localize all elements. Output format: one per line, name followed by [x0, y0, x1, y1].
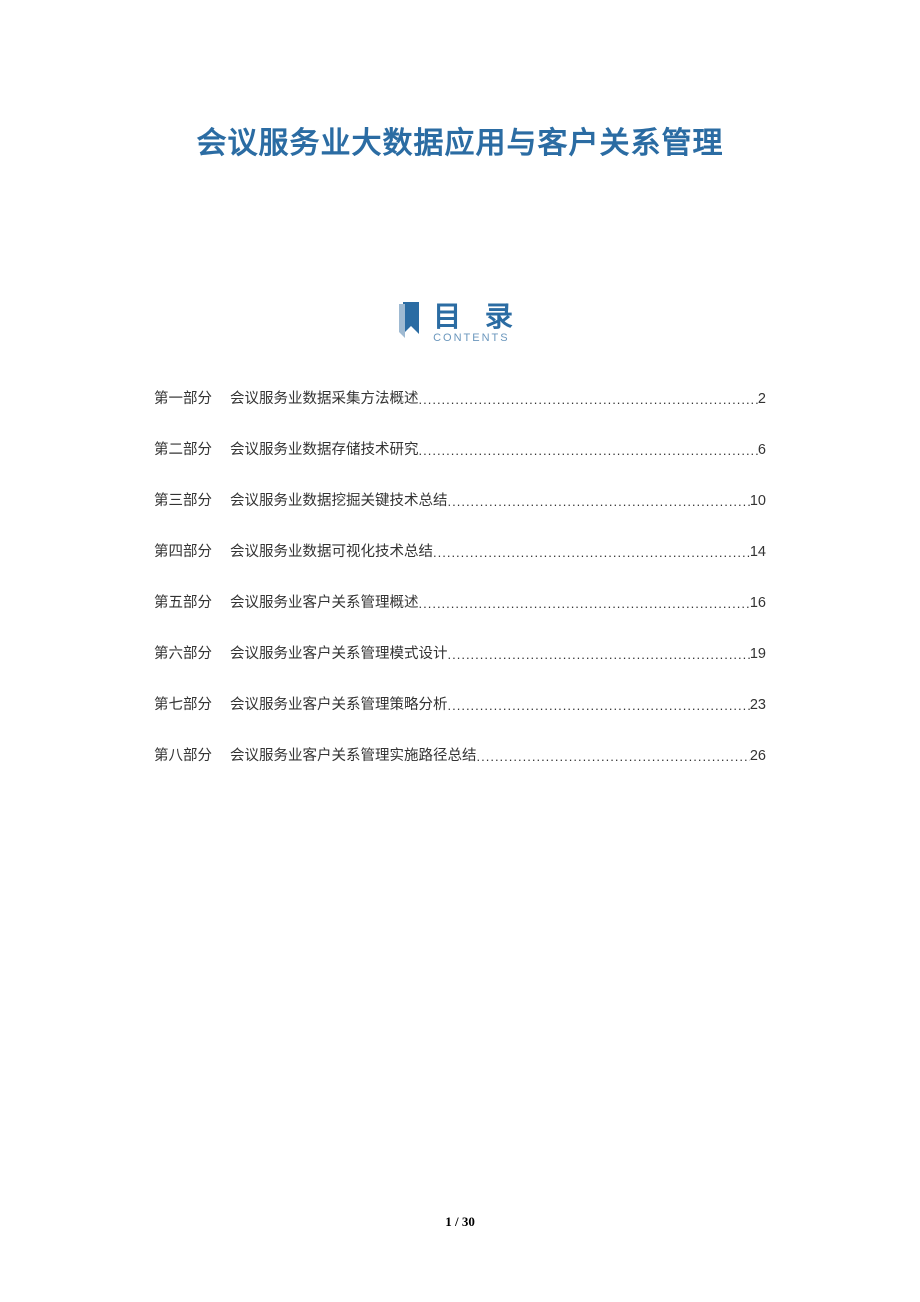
toc-part: 第四部分 — [154, 540, 212, 561]
toc-page: 2 — [758, 391, 766, 407]
toc-topic: 会议服务业客户关系管理概述 — [230, 591, 419, 612]
toc-part: 第七部分 — [154, 693, 212, 714]
toc-dots — [477, 749, 750, 764]
toc-topic: 会议服务业数据挖掘关键技术总结 — [230, 489, 448, 510]
toc-row: 第二部分 会议服务业数据存储技术研究 6 — [154, 438, 766, 459]
bookmark-icon — [399, 302, 423, 345]
toc-part: 第五部分 — [154, 591, 212, 612]
toc-dots — [448, 698, 750, 713]
toc-page: 19 — [750, 646, 766, 662]
toc-page: 26 — [750, 748, 766, 764]
page-sep: / — [452, 1214, 462, 1229]
toc-row: 第六部分 会议服务业客户关系管理模式设计 19 — [154, 642, 766, 663]
toc-row: 第八部分 会议服务业客户关系管理实施路径总结 26 — [154, 744, 766, 765]
toc-part: 第六部分 — [154, 642, 212, 663]
toc-topic: 会议服务业客户关系管理实施路径总结 — [230, 744, 477, 765]
toc-dots — [419, 596, 750, 611]
toc-row: 第三部分 会议服务业数据挖掘关键技术总结 10 — [154, 489, 766, 510]
toc-label: 目 录 — [433, 303, 521, 331]
toc-topic: 会议服务业数据可视化技术总结 — [230, 540, 433, 561]
toc-dots — [419, 392, 758, 407]
toc-dots — [433, 545, 750, 560]
toc-topic: 会议服务业客户关系管理模式设计 — [230, 642, 448, 663]
toc-page: 14 — [750, 544, 766, 560]
toc-dots — [448, 494, 750, 509]
toc-dots — [419, 443, 758, 458]
toc-topic: 会议服务业客户关系管理策略分析 — [230, 693, 448, 714]
toc-part: 第一部分 — [154, 387, 212, 408]
toc-row: 第七部分 会议服务业客户关系管理策略分析 23 — [154, 693, 766, 714]
toc-sublabel: CONTENTS — [433, 333, 521, 344]
toc-row: 第四部分 会议服务业数据可视化技术总结 14 — [154, 540, 766, 561]
toc-topic: 会议服务业数据存储技术研究 — [230, 438, 419, 459]
toc-part: 第三部分 — [154, 489, 212, 510]
page-total: 30 — [462, 1214, 475, 1229]
toc-list: 第一部分 会议服务业数据采集方法概述 2 第二部分 会议服务业数据存储技术研究 … — [154, 387, 766, 765]
toc-page: 10 — [750, 493, 766, 509]
page-title: 会议服务业大数据应用与客户关系管理 — [0, 0, 920, 162]
toc-dots — [448, 647, 750, 662]
toc-row: 第一部分 会议服务业数据采集方法概述 2 — [154, 387, 766, 408]
toc-label-group: 目 录 CONTENTS — [433, 303, 521, 344]
toc-page: 16 — [750, 595, 766, 611]
toc-page: 23 — [750, 697, 766, 713]
toc-topic: 会议服务业数据采集方法概述 — [230, 387, 419, 408]
page-footer: 1 / 30 — [0, 1214, 920, 1230]
toc-page: 6 — [758, 442, 766, 458]
toc-part: 第二部分 — [154, 438, 212, 459]
toc-header: 目 录 CONTENTS — [0, 302, 920, 345]
toc-part: 第八部分 — [154, 744, 212, 765]
toc-row: 第五部分 会议服务业客户关系管理概述 16 — [154, 591, 766, 612]
